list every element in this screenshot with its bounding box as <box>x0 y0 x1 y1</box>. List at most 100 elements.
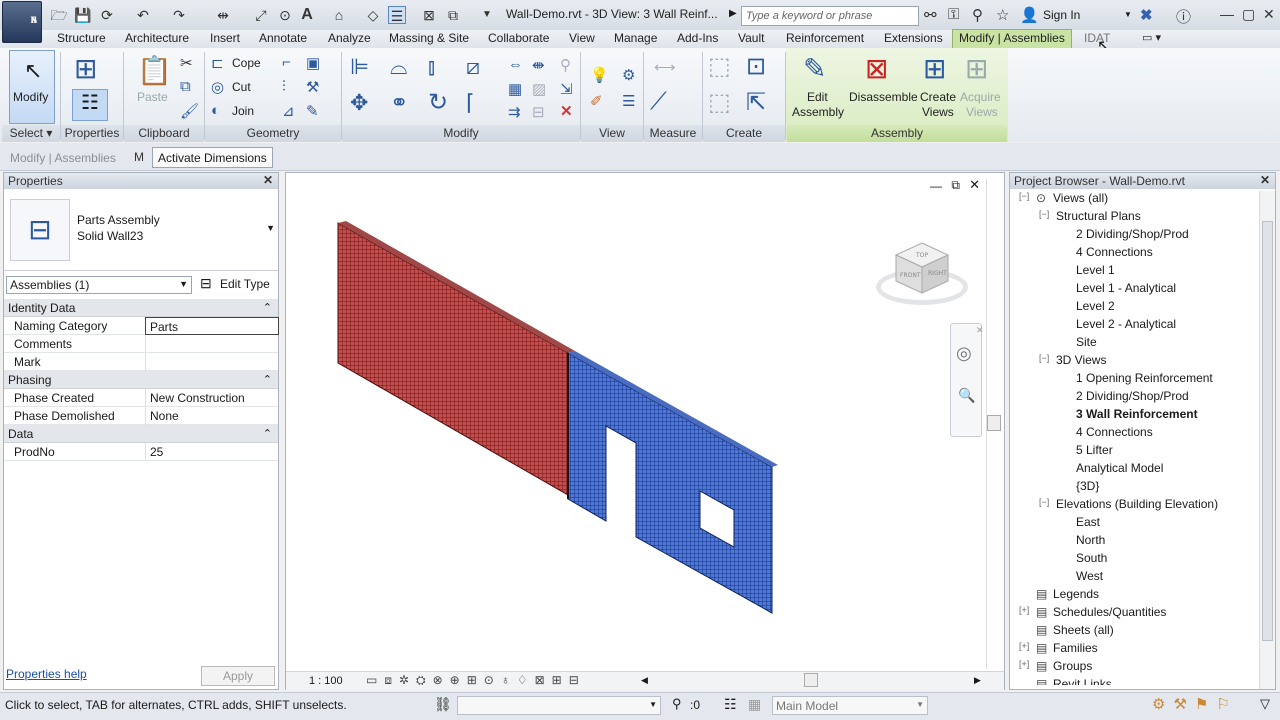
worksets-icon[interactable]: ⛓ <box>434 696 452 713</box>
design-option-select[interactable]: Main Model ▼ <box>772 696 928 715</box>
align-icon[interactable]: ⊫ <box>350 54 369 80</box>
trim-extend-icon[interactable]: ⇉ <box>508 103 521 121</box>
hscroll-right-icon[interactable]: ▶ <box>974 675 981 686</box>
property-value[interactable] <box>145 335 279 353</box>
tree-expander-icon[interactable]: [−] <box>1039 353 1049 363</box>
match-properties-icon[interactable]: 🖌 <box>180 102 199 120</box>
filter-icon[interactable]: ⚲ <box>672 696 682 712</box>
tree-item[interactable]: Level 2 <box>1076 299 1115 313</box>
aligned-dimension-icon[interactable]: ⤢ <box>252 6 270 24</box>
delete-icon[interactable]: ✕ <box>560 102 573 120</box>
wall-model-svg[interactable] <box>286 173 986 673</box>
properties-help-text[interactable]: Properties help <box>6 667 87 681</box>
steering-wheel-icon[interactable]: ◎ <box>956 343 972 364</box>
chevron-right-icon[interactable]: ▶ <box>729 8 737 19</box>
close-icon[interactable]: ✕ <box>1263 6 1275 23</box>
edit-type-icon[interactable]: ⊟ <box>200 275 212 292</box>
ribbon-minimize-icon[interactable]: ▭ ▾ <box>1142 31 1161 44</box>
tree-item[interactable]: 3 Wall Reinforcement <box>1076 407 1198 421</box>
move-icon[interactable]: ✥ <box>350 90 368 116</box>
measure-between-icon[interactable]: ⟷ <box>654 58 676 76</box>
tab-add-ins[interactable]: Add-Ins <box>677 31 718 45</box>
horizontal-scroll-thumb[interactable] <box>804 673 818 687</box>
tab-massing-site[interactable]: Massing & Site <box>389 31 469 45</box>
tree-item[interactable]: Revit Links <box>1053 677 1112 685</box>
tree-item[interactable]: Analytical Model <box>1076 461 1163 475</box>
tree-item[interactable]: Families <box>1053 641 1098 655</box>
split-face-icon[interactable]: ⫶ <box>282 78 286 95</box>
tree-item[interactable]: 3D Views <box>1056 353 1106 367</box>
properties-palette-icon[interactable]: ☷ <box>72 89 108 121</box>
section-icon[interactable]: ◇ <box>364 6 382 24</box>
apply-button[interactable]: Apply <box>201 666 275 686</box>
sign-in-link[interactable]: Sign In <box>1043 8 1080 22</box>
hscroll-left-icon[interactable]: ◀ <box>641 675 648 686</box>
binoculars-icon[interactable]: ⚯ <box>924 6 937 24</box>
rotate-icon[interactable]: ↻ <box>428 88 448 117</box>
tree-item[interactable]: 4 Connections <box>1076 425 1153 439</box>
undo-icon[interactable]: ↶ <box>134 6 152 24</box>
tree-item[interactable]: West <box>1076 569 1103 583</box>
redo-icon[interactable]: ↷ <box>170 6 188 24</box>
thin-lines-icon[interactable]: ☰ <box>388 6 406 24</box>
viewcube-icon[interactable]: TOP FRONT RIGHT <box>892 239 952 299</box>
trim-icon[interactable]: ⌈ <box>466 90 475 116</box>
split-icon[interactable]: ⇔ <box>508 56 523 73</box>
help-icon[interactable]: ⓘ <box>1176 6 1191 27</box>
application-menu-button[interactable]: RS <box>2 1 42 43</box>
open-icon[interactable]: 🗁 <box>50 6 68 24</box>
join-label[interactable]: Join <box>232 104 254 118</box>
workset-select[interactable]: ▼ <box>457 696 661 715</box>
offset-icon[interactable]: ⌓ <box>390 54 407 80</box>
tree-item[interactable]: Level 1 <box>1076 263 1115 277</box>
tab-reinforcement[interactable]: Reinforcement <box>786 31 864 45</box>
type-dropdown-icon[interactable]: ▼ <box>266 223 275 233</box>
measure-icon[interactable]: ⇹ <box>214 6 232 24</box>
paint-icon[interactable]: ▣ <box>306 54 320 72</box>
disassemble-label[interactable]: Disassemble <box>849 90 918 104</box>
collapse-icon[interactable]: ⌃ <box>263 301 272 314</box>
type-properties-icon[interactable]: ⊞ <box>74 52 97 85</box>
tree-item[interactable]: North <box>1076 533 1105 547</box>
close-hidden-windows-icon[interactable]: ⊠ <box>420 6 438 24</box>
filter-funnel-icon[interactable]: ▽ <box>1260 696 1270 712</box>
cope-icon[interactable]: ⊏ <box>211 54 224 72</box>
red-wall-part[interactable] <box>337 222 569 496</box>
create-assembly-icon[interactable]: ⬚ <box>708 52 731 81</box>
selection-options-icons[interactable]: ⚙⚒⚑⚐ <box>1152 695 1238 713</box>
tab-collaborate[interactable]: Collaborate <box>488 31 549 45</box>
type-selector[interactable]: ⊟ Parts Assembly Solid Wall23 ▼ <box>4 189 278 271</box>
view-scale[interactable]: 1 : 100 <box>309 675 343 687</box>
wall-joins-icon[interactable]: ⌐ <box>282 54 291 71</box>
array-icon[interactable]: ▦ <box>508 80 522 98</box>
properties-help-link[interactable]: Properties help <box>6 667 87 681</box>
property-section-header[interactable]: Identity Data ⌃ <box>4 299 278 317</box>
scissors-icon[interactable]: ✂ <box>180 54 193 72</box>
tab-extensions[interactable]: Extensions <box>884 31 943 45</box>
edit-assembly-label-1[interactable]: Edit <box>807 90 828 104</box>
tab-insert[interactable]: Insert <box>210 31 240 45</box>
edit-type-button[interactable]: Edit Type <box>220 277 270 291</box>
tree-item[interactable]: East <box>1076 515 1100 529</box>
mirror-axis-icon[interactable]: ⫾ <box>428 54 435 80</box>
communication-icon[interactable]: ⚲ <box>972 6 983 24</box>
browser-scroll-thumb[interactable] <box>1262 221 1273 641</box>
tag-icon[interactable]: ⊙ <box>276 6 294 24</box>
create-group-icon[interactable]: ⊡ <box>746 52 766 81</box>
edit-assembly-label-2[interactable]: Assembly <box>792 105 844 119</box>
property-value[interactable] <box>145 353 279 371</box>
property-section-header[interactable]: Phasing ⌃ <box>4 371 278 389</box>
tree-item[interactable]: 2 Dividing/Shop/Prod <box>1076 389 1189 403</box>
tree-expander-icon[interactable]: [+] <box>1019 641 1029 651</box>
tree-item[interactable]: 2 Dividing/Shop/Prod <box>1076 227 1189 241</box>
tree-expander-icon[interactable]: [+] <box>1019 659 1029 669</box>
dimension-icon[interactable]: ⟋ <box>650 88 667 116</box>
demolish-icon[interactable]: ⚒ <box>306 78 319 96</box>
maximize-icon[interactable]: ▢ <box>1242 6 1255 23</box>
cut-label[interactable]: Cut <box>232 80 251 94</box>
trim-multiple-icon[interactable]: ⊟ <box>532 103 545 121</box>
tree-expander-icon[interactable]: [−] <box>1039 497 1049 507</box>
mirror-draw-icon[interactable]: ⧄ <box>466 54 480 80</box>
hide-bulb-icon[interactable]: 💡 <box>590 66 609 84</box>
vertical-scroll-thumb[interactable] <box>987 415 1001 431</box>
